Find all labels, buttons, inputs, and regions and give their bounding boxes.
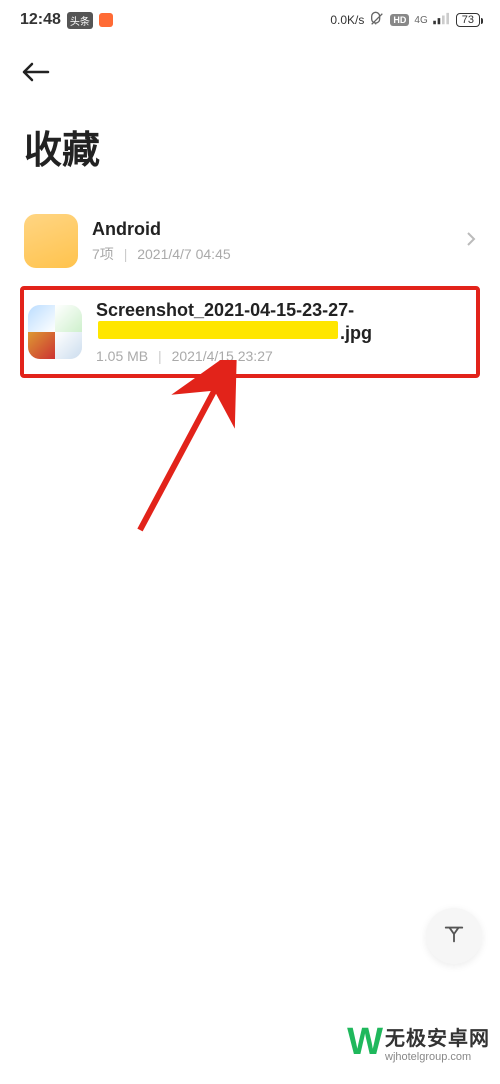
page-title: 收藏 — [0, 99, 500, 204]
nav-bar — [0, 40, 500, 99]
filter-button[interactable] — [426, 908, 482, 964]
item-date: 2021/4/7 04:45 — [137, 246, 230, 262]
item-name-row: Screenshot_2021-04-15-23-27- .jpg — [96, 300, 472, 344]
list-item-screenshot[interactable]: Screenshot_2021-04-15-23-27- .jpg 1.05 M… — [26, 296, 474, 368]
item-body: Screenshot_2021-04-15-23-27- .jpg 1.05 M… — [96, 300, 472, 364]
chevron-right-icon — [466, 231, 476, 252]
annotation-highlight-box: Screenshot_2021-04-15-23-27- .jpg 1.05 M… — [20, 286, 480, 378]
watermark-url: wjhotelgroup.com — [385, 1051, 490, 1063]
item-count: 7项 — [92, 246, 114, 262]
status-bar: 12:48 头条 0.0K/s HD 4G 73 — [0, 0, 500, 40]
watermark: W 无极安卓网 wjhotelgroup.com — [347, 1021, 490, 1064]
item-name-suffix: .jpg — [340, 323, 372, 344]
item-name: Android — [92, 219, 466, 240]
item-meta: 1.05 MB | 2021/4/15 23:27 — [96, 348, 472, 364]
status-app-badge-toutiao: 头条 — [67, 12, 93, 29]
watermark-logo: W — [347, 1021, 377, 1064]
status-net-speed: 0.0K/s — [330, 13, 364, 27]
redacted-text — [98, 321, 338, 339]
folder-icon — [24, 214, 78, 268]
filter-icon — [443, 923, 465, 950]
mute-icon — [369, 11, 385, 30]
status-network-type: 4G — [414, 15, 427, 26]
status-left: 12:48 头条 — [20, 11, 113, 29]
meta-separator: | — [158, 348, 162, 364]
watermark-title: 无极安卓网 — [385, 1022, 490, 1051]
item-body: Android 7项 | 2021/4/7 04:45 — [92, 219, 466, 264]
item-size: 1.05 MB — [96, 348, 148, 364]
status-app-badge-mi — [99, 13, 113, 27]
meta-separator: | — [124, 246, 128, 262]
status-hd-badge: HD — [390, 14, 409, 26]
item-meta: 7项 | 2021/4/7 04:45 — [92, 244, 466, 264]
list-item-folder-android[interactable]: Android 7项 | 2021/4/7 04:45 — [20, 204, 480, 278]
annotation-arrow-icon — [110, 360, 250, 540]
item-date: 2021/4/15 23:27 — [172, 348, 273, 364]
watermark-text: 无极安卓网 wjhotelgroup.com — [385, 1022, 490, 1063]
status-right: 0.0K/s HD 4G 73 — [330, 11, 480, 30]
battery-icon: 73 — [456, 13, 480, 27]
status-time: 12:48 — [20, 11, 61, 29]
signal-icon — [433, 12, 451, 29]
image-thumbnail-icon — [28, 305, 82, 359]
back-icon[interactable] — [20, 71, 50, 88]
item-name-prefix: Screenshot_2021-04-15-23-27- — [96, 300, 354, 321]
favorites-list: Android 7项 | 2021/4/7 04:45 Screenshot_2… — [0, 204, 500, 378]
